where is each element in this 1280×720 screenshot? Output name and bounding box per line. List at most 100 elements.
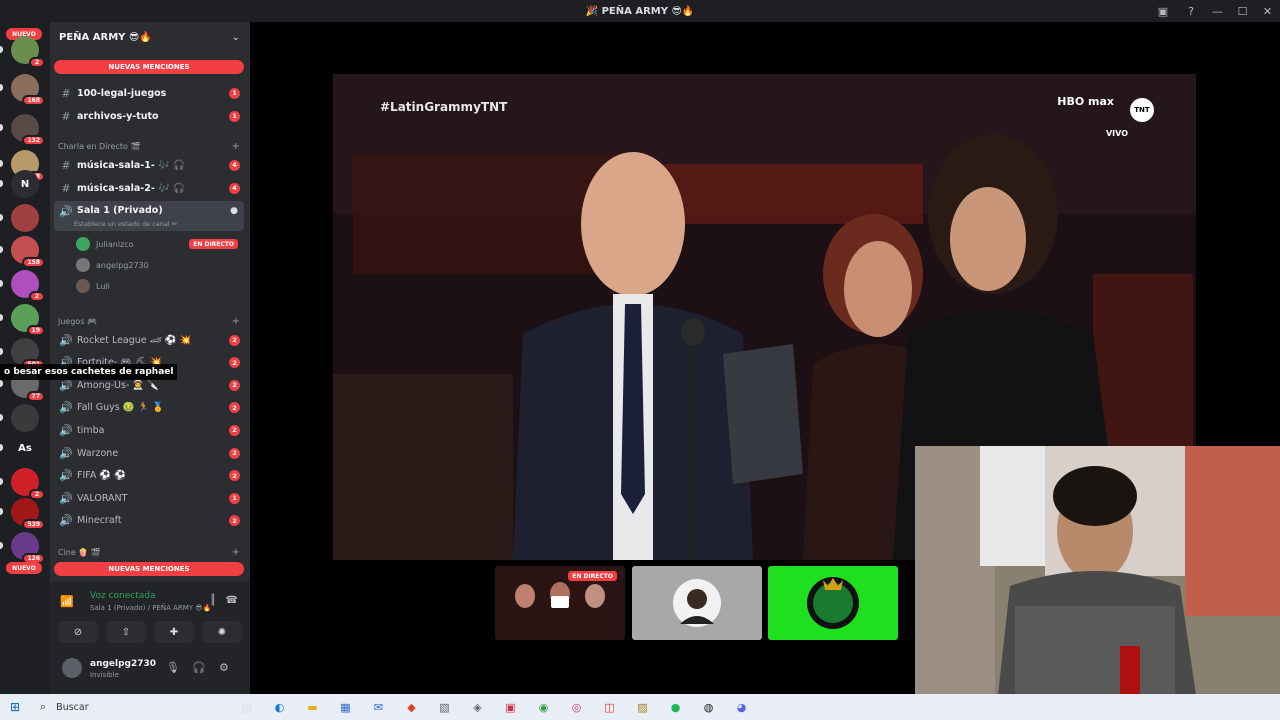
server-icon[interactable] (11, 404, 39, 432)
voice-channel[interactable]: 🔊 Warzone 2 (54, 443, 244, 463)
task-view-icon[interactable]: ▤ (230, 694, 263, 720)
mention-count: 1 (229, 87, 240, 99)
help-icon[interactable]: ? (1177, 0, 1205, 22)
app-icon[interactable]: ▨ (626, 694, 659, 720)
participant-tile-luli[interactable] (768, 566, 898, 640)
voice-channel[interactable]: 🔊 FIFA ⚽ ⚽ 2 (54, 466, 244, 486)
mention-count: 1 (229, 110, 240, 122)
channel-label: música-sala-1- 🎶 🎧 (77, 159, 186, 171)
username[interactable]: angelpg2730 (90, 659, 156, 669)
voice-channel[interactable]: 🔊 VALORANT 1 (54, 488, 244, 508)
voice-user-angelpg2730[interactable]: angelpg2730 (76, 256, 240, 274)
chat-bubble-icon[interactable]: ● (230, 206, 238, 216)
new-mentions-bar-top[interactable]: NUEVAS MENCIONES (54, 60, 244, 74)
app-icon[interactable]: ▣ (494, 694, 527, 720)
guild-header[interactable]: PEÑA ARMY 😎🔥 ⌄ (50, 22, 250, 52)
signal-icon[interactable]: 📶 (60, 595, 74, 608)
voice-user-julianlzco[interactable]: Julianlzco EN DIRECTO (76, 235, 240, 253)
channel-archivos-y-tuto[interactable]: # archivos-y-tuto 1 (54, 106, 244, 126)
voice-controls: ⊘ ⇧ ✚ ✺ (58, 621, 242, 643)
unread-pill (0, 124, 3, 131)
category-charla-en-directo[interactable]: Charla en Directo 🎬 + (58, 139, 244, 153)
avatar[interactable] (62, 658, 82, 678)
channel-label: Sala 1 (Privado) (77, 205, 163, 216)
minimize-button[interactable]: — (1205, 0, 1230, 22)
server-icon[interactable]: As (11, 434, 39, 462)
server-icon[interactable]: 126 (11, 532, 45, 564)
taskbar-search[interactable]: ⌕ Buscar (30, 694, 230, 720)
brave-icon[interactable]: ◆ (395, 694, 428, 720)
unread-pill (0, 542, 3, 549)
store-icon[interactable]: ▦ (329, 694, 362, 720)
hashtag-icon: # (61, 158, 71, 172)
inbox-icon[interactable]: ▣ (1149, 0, 1177, 22)
voice-status[interactable]: 📶 Voz conectada Sala 1 (Privado) / PEÑA … (60, 591, 240, 619)
category-cine[interactable]: Cine 🍿 🎬 + (58, 545, 244, 559)
server-icon[interactable]: N (11, 170, 39, 198)
chrome-icon[interactable]: ◉ (527, 694, 560, 720)
voice-user-luli[interactable]: Luli (76, 277, 240, 295)
microphone-icon[interactable]: 🎙 (166, 661, 180, 674)
channel-musica-sala-1[interactable]: # música-sala-1- 🎶 🎧 4 (54, 155, 244, 175)
add-channel-icon[interactable]: + (232, 547, 240, 558)
add-channel-icon[interactable]: + (232, 316, 240, 327)
file-explorer-icon[interactable]: ▬ (296, 694, 329, 720)
app-icon[interactable]: ◈ (461, 694, 494, 720)
server-icon[interactable] (11, 204, 39, 232)
windows-start-icon[interactable]: ⊞ (0, 694, 30, 720)
server-icon[interactable]: 2 (11, 468, 45, 500)
hashtag-icon: # (61, 86, 71, 100)
camera-off-button[interactable]: ⊘ (58, 621, 98, 643)
maximize-button[interactable]: ☐ (1230, 0, 1255, 22)
avatar (76, 237, 90, 251)
server-initials: N (20, 178, 30, 190)
instagram-icon[interactable]: ◎ (560, 694, 593, 720)
voice-user-name: Luli (96, 281, 110, 291)
voice-channel[interactable]: 🔊 timba 2 (54, 420, 244, 440)
server-icon[interactable]: 539 (11, 498, 45, 530)
server-icon[interactable]: 158 (11, 236, 45, 268)
participant-tile-angelpg2730[interactable] (632, 566, 762, 640)
screen-share-button[interactable]: ⇧ (106, 621, 146, 643)
server-icon[interactable]: 132 (11, 114, 45, 146)
obs-icon[interactable]: ◍ (692, 694, 725, 720)
server-icon[interactable]: 168 (11, 74, 45, 106)
app-icon[interactable]: ◫ (593, 694, 626, 720)
mention-count: 2 (229, 402, 240, 414)
channel-status-hint[interactable]: Establece un estado de canal ✏ (74, 220, 177, 228)
discord-icon[interactable]: ◕ (725, 694, 758, 720)
photos-icon[interactable]: ▧ (428, 694, 461, 720)
voice-location[interactable]: Sala 1 (Privado) / PEÑA ARMY 😎🔥 (90, 604, 211, 612)
add-channel-icon[interactable]: + (232, 141, 240, 152)
server-icon[interactable]: 501 (11, 338, 45, 370)
headphones-icon[interactable]: 🎧 (192, 661, 206, 674)
channel-musica-sala-2[interactable]: # música-sala-2- 🎶 🎧 4 (54, 178, 244, 198)
noise-suppression-icon[interactable]: ║ (210, 595, 216, 606)
unread-badge: 132 (22, 135, 45, 146)
new-servers-badge-bottom[interactable]: NUEVO (6, 562, 42, 574)
voice-user-name: angelpg2730 (96, 260, 149, 270)
server-icon[interactable]: 2 (11, 36, 45, 68)
voice-channel[interactable]: 🔊 Rocket League 🏎 ⚽ 💥 2 (54, 330, 244, 350)
soundboard-button[interactable]: ✺ (202, 621, 242, 643)
participant-tile-stream[interactable]: EN DIRECTO (495, 566, 625, 640)
channel-100-legal-juegos[interactable]: # 100-legal-juegos 1 (54, 83, 244, 103)
new-mentions-bar-bottom[interactable]: NUEVAS MENCIONES (54, 562, 244, 576)
close-button[interactable]: ✕ (1255, 0, 1280, 22)
voice-channel[interactable]: 🔊 Minecraft 2 (54, 511, 244, 531)
mail-icon[interactable]: ✉ (362, 694, 395, 720)
server-icon[interactable]: 19 (11, 304, 45, 336)
edge-icon[interactable]: ◐ (263, 694, 296, 720)
gear-icon[interactable]: ⚙ (219, 661, 229, 674)
category-juegos[interactable]: Juegos 🎮 + (58, 314, 244, 328)
voice-channel[interactable]: 🔊 Fall Guys 🤢 🏃 🏅 2 (54, 398, 244, 418)
mention-count: 2 (229, 515, 240, 527)
disconnect-icon[interactable]: ☎ (226, 595, 238, 606)
spotify-icon[interactable]: ● (659, 694, 692, 720)
mention-count: 2 (229, 379, 240, 391)
channel-label: Minecraft (77, 515, 122, 527)
server-icon[interactable]: 2 (11, 270, 45, 302)
unread-pill (0, 314, 3, 321)
hbo-max-logo: HBO max (1057, 95, 1114, 108)
activities-button[interactable]: ✚ (154, 621, 194, 643)
